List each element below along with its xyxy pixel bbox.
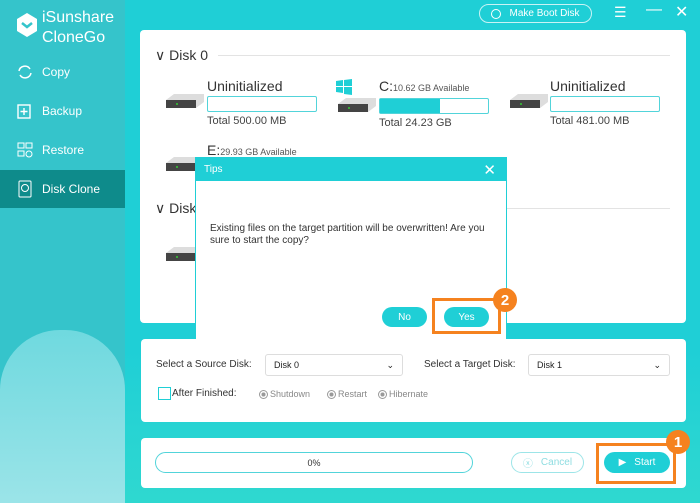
- chevron-down-icon: ⌄: [386, 359, 394, 370]
- cancel-icon: ⓧ: [522, 459, 533, 470]
- dialog-title: Tips: [204, 164, 223, 175]
- sidebar-item-label: Restore: [42, 143, 85, 157]
- disk-name: Disk 0: [169, 47, 209, 63]
- partition-usage-bar: [379, 98, 489, 114]
- cancel-label: Cancel: [540, 457, 573, 468]
- radio-restart[interactable]: Restart: [327, 389, 367, 399]
- sidebar-item-label: Disk Clone: [42, 182, 101, 196]
- close-icon[interactable]: ✕: [675, 2, 688, 22]
- progress-text: 0%: [307, 457, 321, 468]
- radio-label: Shutdown: [270, 389, 311, 399]
- menu-icon[interactable]: ☰: [614, 4, 627, 21]
- partition-total: Total 24.23 GB: [379, 117, 452, 129]
- yes-highlight: [432, 298, 501, 334]
- windows-icon: [336, 79, 352, 95]
- radio-hibernate[interactable]: Hibernate: [378, 389, 428, 399]
- partition-total: Total 500.00 MB: [207, 115, 287, 127]
- start-highlight: [596, 443, 676, 484]
- make-boot-disk-button[interactable]: Make Boot Disk: [479, 4, 592, 23]
- drive-icon: [510, 94, 548, 108]
- partition-usage-bar: [207, 96, 317, 112]
- sidebar-item-label: Backup: [42, 104, 83, 118]
- minimize-icon[interactable]: —: [646, 1, 662, 19]
- radio-label: Restart: [338, 389, 368, 399]
- sidebar: iSunshare CloneGo Copy Backup Restore Dis…: [0, 0, 125, 503]
- step-badge-2: 2: [493, 288, 517, 312]
- target-disk-select[interactable]: Disk 1 ⌄: [528, 354, 670, 376]
- sidebar-item-restore[interactable]: Restore: [0, 131, 125, 169]
- make-boot-disk-label: Make Boot Disk: [509, 8, 580, 19]
- dialog-message: Existing files on the target partition w…: [210, 223, 485, 246]
- partition-label: Uninitialized: [207, 78, 283, 94]
- cancel-button[interactable]: ⓧ Cancel: [511, 452, 584, 473]
- partition-label: C:: [379, 78, 393, 94]
- step-badge-1: 1: [666, 430, 690, 454]
- sidebar-item-copy[interactable]: Copy: [0, 53, 125, 91]
- partition-label: E:: [207, 142, 221, 158]
- dialog-header: Tips ✕: [196, 158, 506, 181]
- after-finished-checkbox[interactable]: [158, 387, 171, 400]
- partition-available: 10.62 GB Available: [393, 83, 470, 93]
- source-disk-label: Select a Source Disk:: [156, 359, 252, 370]
- no-label: No: [398, 311, 411, 323]
- sidebar-item-disk-clone[interactable]: Disk Clone: [0, 170, 125, 208]
- radio-shutdown[interactable]: Shutdown: [259, 389, 310, 399]
- app-name: iSunshare CloneGo: [42, 8, 114, 48]
- disk-clone-icon: [18, 180, 32, 198]
- sync-icon: [18, 65, 32, 79]
- source-disk-value: Disk 0: [274, 360, 300, 370]
- decorative-hill: [0, 330, 125, 503]
- app-name-line2: CloneGo: [42, 29, 106, 46]
- progress-bar: 0%: [155, 452, 473, 473]
- partition-total: Total 481.00 MB: [550, 115, 630, 127]
- after-finished-label: After Finished:: [172, 388, 237, 399]
- sidebar-item-label: Copy: [42, 65, 71, 79]
- divider: [218, 55, 670, 56]
- drive-icon: [338, 98, 376, 112]
- backup-icon: [17, 104, 31, 119]
- disk-0-header[interactable]: ∨ Disk 0: [155, 47, 208, 64]
- disc-icon: [491, 8, 502, 19]
- dialog-close-icon[interactable]: ✕: [483, 161, 496, 179]
- no-button[interactable]: No: [382, 307, 427, 327]
- chevron-down-icon: ⌄: [653, 359, 661, 370]
- partition-label: Uninitialized: [550, 78, 626, 94]
- partition-c[interactable]: C:10.62 GB Available Total 24.23 GB: [379, 78, 489, 129]
- options-panel: Select a Source Disk: Disk 0 ⌄ Select a T…: [141, 339, 686, 422]
- app-logo-icon: [17, 13, 37, 37]
- partition-uninit-2[interactable]: Uninitialized Total 481.00 MB: [550, 78, 660, 127]
- partition-available: 29.93 GB Available: [220, 147, 297, 157]
- target-disk-value: Disk 1: [537, 360, 563, 370]
- app-name-line1: iSunshare: [42, 9, 115, 26]
- restore-icon: [17, 142, 33, 158]
- drive-icon: [166, 94, 204, 108]
- source-disk-select[interactable]: Disk 0 ⌄: [265, 354, 403, 376]
- sidebar-item-backup[interactable]: Backup: [0, 92, 125, 130]
- divider: [506, 208, 670, 209]
- radio-label: Hibernate: [389, 389, 429, 399]
- partition-usage-bar: [550, 96, 660, 112]
- target-disk-label: Select a Target Disk:: [424, 359, 516, 370]
- partition-uninit-1[interactable]: Uninitialized Total 500.00 MB: [207, 78, 317, 127]
